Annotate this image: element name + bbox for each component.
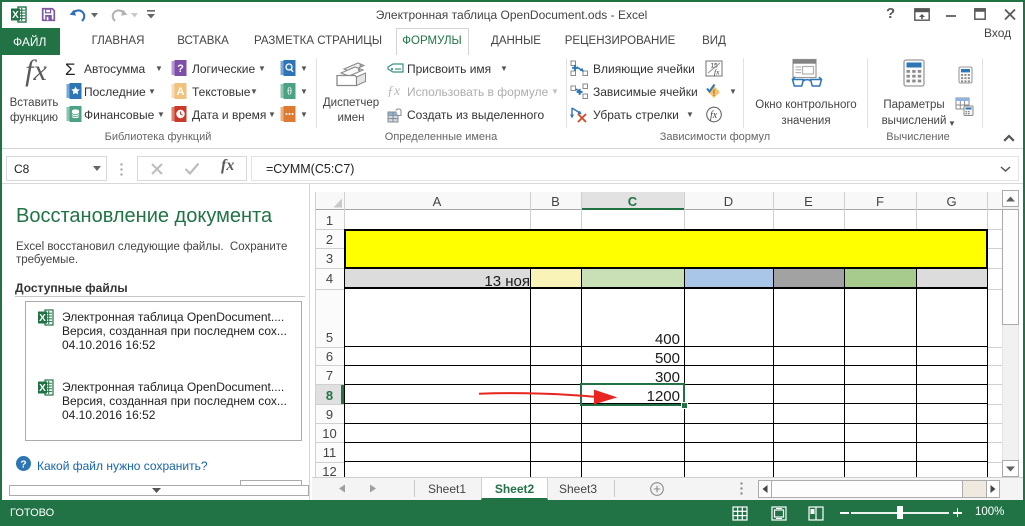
svg-text:?: ? [20,459,26,471]
svg-text:A: A [177,86,185,98]
svg-text:θ: θ [287,87,292,98]
svg-text:X: X [12,10,19,21]
svg-text:!: ! [712,88,715,99]
svg-text:X: X [39,313,46,324]
svg-text:?: ? [177,63,184,75]
svg-text:fx: fx [710,110,718,121]
svg-text:X: X [39,383,46,394]
svg-text:fx: fx [714,68,720,77]
